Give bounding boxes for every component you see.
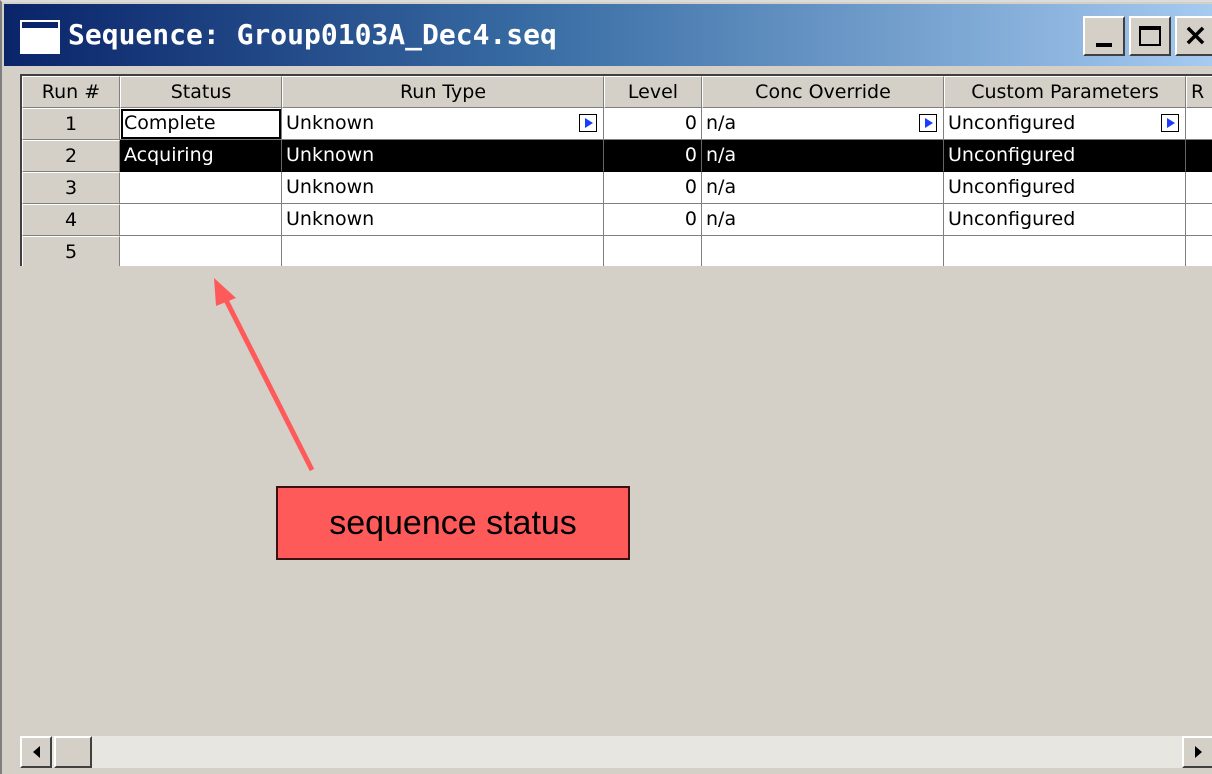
row-number[interactable]: 3 — [22, 172, 120, 204]
dropdown-arrow-icon — [925, 118, 933, 128]
column-header-run-type[interactable]: Run Type — [282, 76, 604, 108]
column-header-conc-override[interactable]: Conc Override — [702, 76, 944, 108]
conc-override-cell[interactable]: n/a — [702, 140, 944, 172]
run-type-value: Unknown — [286, 112, 375, 134]
conc-override-cell[interactable]: n/a — [702, 108, 944, 140]
scroll-right-button[interactable] — [1182, 736, 1212, 768]
minimize-button[interactable] — [1083, 16, 1125, 56]
minimize-icon — [1096, 43, 1112, 47]
window-title: Sequence: Group0103A_Dec4.seq — [68, 18, 557, 51]
extra-cell[interactable] — [1186, 172, 1212, 204]
title-bar[interactable]: Sequence: Group0103A_Dec4.seq × — [4, 4, 1212, 66]
scroll-left-button[interactable] — [20, 736, 52, 768]
extra-cell[interactable] — [1186, 204, 1212, 236]
status-cell[interactable]: Complete — [120, 108, 282, 140]
custom-parameters-cell[interactable]: Unconfigured — [944, 204, 1186, 236]
status-cell[interactable] — [120, 172, 282, 204]
run-type-cell[interactable]: Unknown — [282, 172, 604, 204]
annotation-label: sequence status — [329, 503, 577, 542]
conc-override-cell[interactable]: n/a — [702, 204, 944, 236]
row-number[interactable]: 1 — [22, 108, 120, 140]
close-button[interactable]: × — [1175, 16, 1212, 56]
row-number[interactable]: 2 — [22, 140, 120, 172]
maximize-icon — [1139, 26, 1161, 46]
custom-parameters-value: Unconfigured — [948, 112, 1076, 134]
column-header-r[interactable]: R — [1186, 76, 1212, 108]
level-cell[interactable]: 0 — [604, 204, 702, 236]
status-cell[interactable] — [120, 204, 282, 236]
column-header-level[interactable]: Level — [604, 76, 702, 108]
row-number[interactable]: 4 — [22, 204, 120, 236]
close-icon: × — [1182, 18, 1209, 53]
run-type-cell[interactable] — [282, 236, 604, 266]
scroll-thumb[interactable] — [54, 736, 92, 768]
conc-override-cell[interactable] — [702, 236, 944, 266]
custom-parameters-cell[interactable]: Unconfigured — [944, 140, 1186, 172]
custom-parameters-cell[interactable] — [944, 236, 1186, 266]
custom-parameters-cell[interactable]: Unconfigured — [944, 108, 1186, 140]
level-cell[interactable]: 0 — [604, 108, 702, 140]
extra-cell[interactable] — [1186, 140, 1212, 172]
scroll-right-icon — [1194, 746, 1202, 758]
extra-cell[interactable] — [1186, 236, 1212, 266]
run-type-cell[interactable]: Unknown — [282, 140, 604, 172]
sequence-grid: Run # Status Run Type Level Conc Overrid… — [20, 74, 1212, 266]
dropdown-arrow-icon — [585, 118, 593, 128]
conc-override-cell[interactable]: n/a — [702, 172, 944, 204]
row-number[interactable]: 5 — [22, 236, 120, 266]
column-header-custom-parameters[interactable]: Custom Parameters — [944, 76, 1186, 108]
maximize-button[interactable] — [1129, 16, 1171, 56]
dropdown-arrow-icon — [1167, 118, 1175, 128]
level-cell[interactable] — [604, 236, 702, 266]
conc-override-dropdown-button[interactable] — [919, 114, 937, 132]
level-cell[interactable]: 0 — [604, 172, 702, 204]
extra-cell[interactable] — [1186, 108, 1212, 140]
scroll-left-icon — [32, 746, 40, 758]
run-type-cell[interactable]: Unknown — [282, 108, 604, 140]
sequence-window: Sequence: Group0103A_Dec4.seq × Run # St… — [0, 0, 1212, 774]
annotation-callout: sequence status — [276, 486, 630, 560]
status-cell[interactable] — [120, 236, 282, 266]
conc-override-value: n/a — [706, 112, 737, 134]
column-header-run[interactable]: Run # — [22, 76, 120, 108]
column-header-status[interactable]: Status — [120, 76, 282, 108]
custom-parameters-dropdown-button[interactable] — [1161, 114, 1179, 132]
window-icon — [20, 20, 60, 54]
run-type-dropdown-button[interactable] — [579, 114, 597, 132]
custom-parameters-cell[interactable]: Unconfigured — [944, 172, 1186, 204]
level-cell[interactable]: 0 — [604, 140, 702, 172]
run-type-cell[interactable]: Unknown — [282, 204, 604, 236]
status-cell[interactable]: Acquiring — [120, 140, 282, 172]
horizontal-scrollbar[interactable] — [20, 736, 1212, 768]
